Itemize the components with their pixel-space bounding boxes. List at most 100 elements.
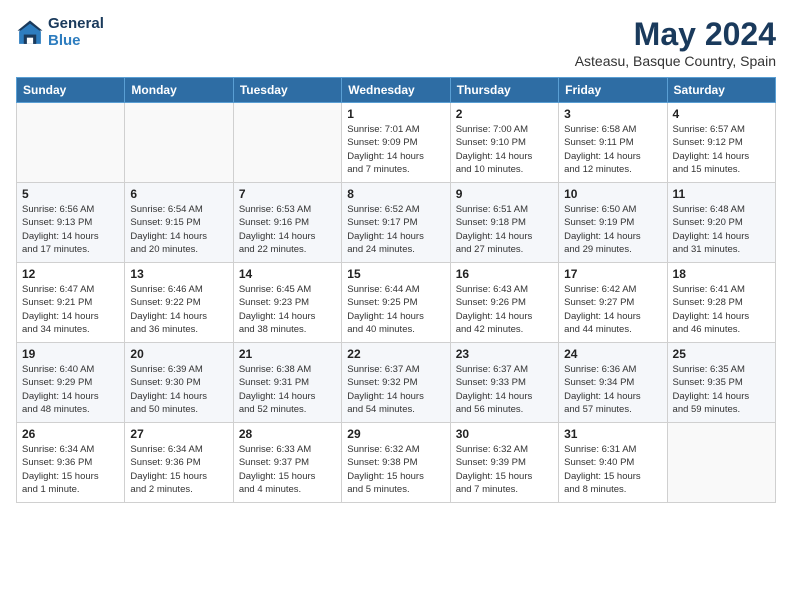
day-number: 22 xyxy=(347,347,444,361)
month-title: May 2024 xyxy=(575,16,776,53)
day-info: Sunrise: 6:52 AMSunset: 9:17 PMDaylight:… xyxy=(347,203,444,256)
day-info: Sunrise: 6:40 AMSunset: 9:29 PMDaylight:… xyxy=(22,363,119,416)
day-number: 31 xyxy=(564,427,661,441)
day-info: Sunrise: 6:33 AMSunset: 9:37 PMDaylight:… xyxy=(239,443,336,496)
day-info: Sunrise: 7:00 AMSunset: 9:10 PMDaylight:… xyxy=(456,123,553,176)
calendar-cell: 4 Sunrise: 6:57 AMSunset: 9:12 PMDaylight… xyxy=(667,103,775,183)
weekday-header: Friday xyxy=(559,78,667,103)
day-info: Sunrise: 6:34 AMSunset: 9:36 PMDaylight:… xyxy=(22,443,119,496)
day-number: 13 xyxy=(130,267,227,281)
day-number: 1 xyxy=(347,107,444,121)
calendar-week-row: 5 Sunrise: 6:56 AMSunset: 9:13 PMDaylight… xyxy=(17,183,776,263)
calendar-cell: 24 Sunrise: 6:36 AMSunset: 9:34 PMDayligh… xyxy=(559,343,667,423)
day-info: Sunrise: 6:58 AMSunset: 9:11 PMDaylight:… xyxy=(564,123,661,176)
day-number: 6 xyxy=(130,187,227,201)
calendar-cell xyxy=(125,103,233,183)
title-block: May 2024 Asteasu, Basque Country, Spain xyxy=(575,16,776,69)
day-info: Sunrise: 6:34 AMSunset: 9:36 PMDaylight:… xyxy=(130,443,227,496)
calendar-week-row: 26Sunrise: 6:34 AMSunset: 9:36 PMDayligh… xyxy=(17,423,776,503)
day-info: Sunrise: 6:43 AMSunset: 9:26 PMDaylight:… xyxy=(456,283,553,336)
calendar-cell: 28Sunrise: 6:33 AMSunset: 9:37 PMDayligh… xyxy=(233,423,341,503)
calendar-cell: 12Sunrise: 6:47 AMSunset: 9:21 PMDayligh… xyxy=(17,263,125,343)
day-number: 23 xyxy=(456,347,553,361)
calendar-cell: 30Sunrise: 6:32 AMSunset: 9:39 PMDayligh… xyxy=(450,423,558,503)
day-number: 17 xyxy=(564,267,661,281)
calendar-cell: 29 Sunrise: 6:32 AMSunset: 9:38 PMDayligh… xyxy=(342,423,450,503)
calendar-cell: 18 Sunrise: 6:41 AMSunset: 9:28 PMDayligh… xyxy=(667,263,775,343)
day-info: Sunrise: 6:32 AMSunset: 9:39 PMDaylight:… xyxy=(456,443,553,496)
day-info: Sunrise: 6:35 AMSunset: 9:35 PMDaylight:… xyxy=(673,363,770,416)
calendar-cell: 31 Sunrise: 6:31 AMSunset: 9:40 PMDayligh… xyxy=(559,423,667,503)
day-info: Sunrise: 6:32 AMSunset: 9:38 PMDaylight:… xyxy=(347,443,444,496)
day-info: Sunrise: 6:44 AMSunset: 9:25 PMDaylight:… xyxy=(347,283,444,336)
calendar-cell: 5 Sunrise: 6:56 AMSunset: 9:13 PMDaylight… xyxy=(17,183,125,263)
weekday-header: Wednesday xyxy=(342,78,450,103)
day-info: Sunrise: 6:50 AMSunset: 9:19 PMDaylight:… xyxy=(564,203,661,256)
day-info: Sunrise: 6:37 AMSunset: 9:33 PMDaylight:… xyxy=(456,363,553,416)
day-info: Sunrise: 6:37 AMSunset: 9:32 PMDaylight:… xyxy=(347,363,444,416)
calendar-cell: 27Sunrise: 6:34 AMSunset: 9:36 PMDayligh… xyxy=(125,423,233,503)
calendar-cell: 23 Sunrise: 6:37 AMSunset: 9:33 PMDayligh… xyxy=(450,343,558,423)
day-number: 24 xyxy=(564,347,661,361)
day-number: 21 xyxy=(239,347,336,361)
calendar-week-row: 1 Sunrise: 7:01 AMSunset: 9:09 PMDaylight… xyxy=(17,103,776,183)
day-number: 29 xyxy=(347,427,444,441)
calendar-cell: 15Sunrise: 6:44 AMSunset: 9:25 PMDayligh… xyxy=(342,263,450,343)
day-info: Sunrise: 6:51 AMSunset: 9:18 PMDaylight:… xyxy=(456,203,553,256)
calendar-cell: 3Sunrise: 6:58 AMSunset: 9:11 PMDaylight… xyxy=(559,103,667,183)
calendar-cell: 8 Sunrise: 6:52 AMSunset: 9:17 PMDaylight… xyxy=(342,183,450,263)
day-number: 20 xyxy=(130,347,227,361)
day-info: Sunrise: 6:38 AMSunset: 9:31 PMDaylight:… xyxy=(239,363,336,416)
calendar-cell: 14Sunrise: 6:45 AMSunset: 9:23 PMDayligh… xyxy=(233,263,341,343)
weekday-header: Monday xyxy=(125,78,233,103)
day-info: Sunrise: 6:39 AMSunset: 9:30 PMDaylight:… xyxy=(130,363,227,416)
day-number: 25 xyxy=(673,347,770,361)
day-info: Sunrise: 6:54 AMSunset: 9:15 PMDaylight:… xyxy=(130,203,227,256)
calendar-cell xyxy=(233,103,341,183)
weekday-header: Thursday xyxy=(450,78,558,103)
calendar-cell: 17Sunrise: 6:42 AMSunset: 9:27 PMDayligh… xyxy=(559,263,667,343)
day-number: 9 xyxy=(456,187,553,201)
calendar-cell xyxy=(667,423,775,503)
logo: General Blue xyxy=(16,16,104,49)
day-info: Sunrise: 6:56 AMSunset: 9:13 PMDaylight:… xyxy=(22,203,119,256)
day-number: 19 xyxy=(22,347,119,361)
calendar-cell: 9 Sunrise: 6:51 AMSunset: 9:18 PMDaylight… xyxy=(450,183,558,263)
day-info: Sunrise: 6:53 AMSunset: 9:16 PMDaylight:… xyxy=(239,203,336,256)
day-number: 4 xyxy=(673,107,770,121)
day-number: 18 xyxy=(673,267,770,281)
page-header: General Blue May 2024 Asteasu, Basque Co… xyxy=(16,16,776,69)
day-info: Sunrise: 7:01 AMSunset: 9:09 PMDaylight:… xyxy=(347,123,444,176)
weekday-header: Tuesday xyxy=(233,78,341,103)
calendar-week-row: 19 Sunrise: 6:40 AMSunset: 9:29 PMDayligh… xyxy=(17,343,776,423)
day-info: Sunrise: 6:57 AMSunset: 9:12 PMDaylight:… xyxy=(673,123,770,176)
calendar-week-row: 12Sunrise: 6:47 AMSunset: 9:21 PMDayligh… xyxy=(17,263,776,343)
day-number: 5 xyxy=(22,187,119,201)
location-title: Asteasu, Basque Country, Spain xyxy=(575,53,776,69)
calendar-cell: 16 Sunrise: 6:43 AMSunset: 9:26 PMDayligh… xyxy=(450,263,558,343)
day-number: 10 xyxy=(564,187,661,201)
day-info: Sunrise: 6:45 AMSunset: 9:23 PMDaylight:… xyxy=(239,283,336,336)
weekday-header-row: SundayMondayTuesdayWednesdayThursdayFrid… xyxy=(17,78,776,103)
day-info: Sunrise: 6:41 AMSunset: 9:28 PMDaylight:… xyxy=(673,283,770,336)
logo-text: General Blue xyxy=(48,16,104,49)
calendar-cell xyxy=(17,103,125,183)
calendar-table: SundayMondayTuesdayWednesdayThursdayFrid… xyxy=(16,77,776,503)
day-number: 11 xyxy=(673,187,770,201)
weekday-header: Saturday xyxy=(667,78,775,103)
day-number: 2 xyxy=(456,107,553,121)
day-info: Sunrise: 6:36 AMSunset: 9:34 PMDaylight:… xyxy=(564,363,661,416)
day-info: Sunrise: 6:31 AMSunset: 9:40 PMDaylight:… xyxy=(564,443,661,496)
calendar-cell: 25 Sunrise: 6:35 AMSunset: 9:35 PMDayligh… xyxy=(667,343,775,423)
day-info: Sunrise: 6:48 AMSunset: 9:20 PMDaylight:… xyxy=(673,203,770,256)
day-number: 8 xyxy=(347,187,444,201)
calendar-cell: 6 Sunrise: 6:54 AMSunset: 9:15 PMDaylight… xyxy=(125,183,233,263)
calendar-cell: 21 Sunrise: 6:38 AMSunset: 9:31 PMDayligh… xyxy=(233,343,341,423)
day-number: 16 xyxy=(456,267,553,281)
day-number: 12 xyxy=(22,267,119,281)
day-info: Sunrise: 6:46 AMSunset: 9:22 PMDaylight:… xyxy=(130,283,227,336)
calendar-cell: 7Sunrise: 6:53 AMSunset: 9:16 PMDaylight… xyxy=(233,183,341,263)
logo-icon xyxy=(16,19,44,47)
calendar-cell: 20 Sunrise: 6:39 AMSunset: 9:30 PMDayligh… xyxy=(125,343,233,423)
calendar-cell: 1 Sunrise: 7:01 AMSunset: 9:09 PMDaylight… xyxy=(342,103,450,183)
